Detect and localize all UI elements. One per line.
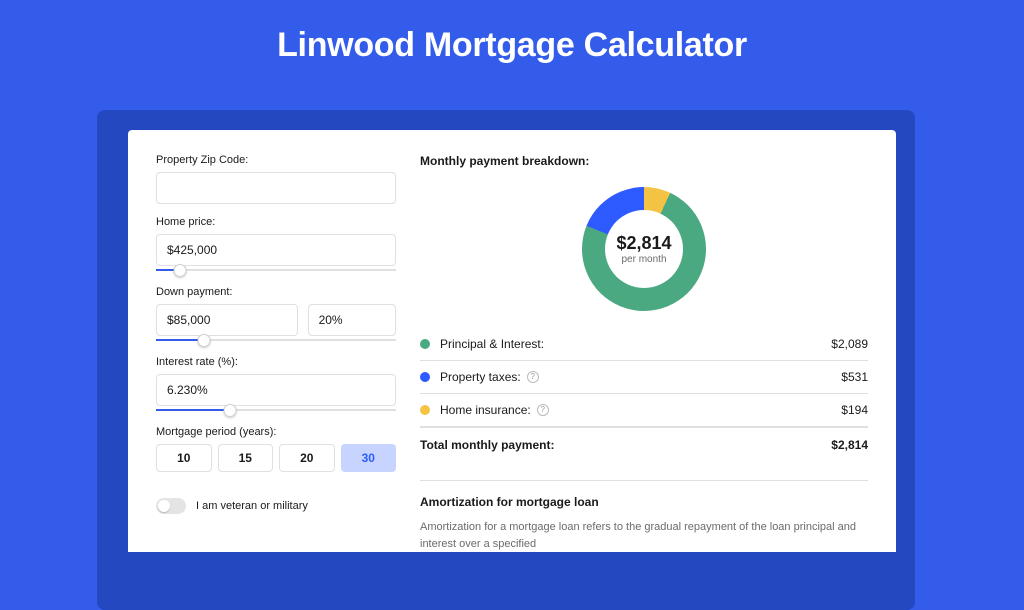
period-option-20[interactable]: 20 <box>279 444 335 472</box>
period-option-15[interactable]: 15 <box>218 444 274 472</box>
home-price-input[interactable] <box>156 234 396 266</box>
zip-group: Property Zip Code: <box>156 154 396 204</box>
interest-rate-group: Interest rate (%): <box>156 356 396 414</box>
interest-rate-label: Interest rate (%): <box>156 356 396 368</box>
home-price-slider[interactable] <box>156 264 396 274</box>
donut-center-sub: per month <box>621 254 666 265</box>
interest-rate-slider[interactable] <box>156 404 396 414</box>
donut-chart: $2,814 per month <box>420 174 868 324</box>
legend-total-row: Total monthly payment: $2,814 <box>420 427 868 464</box>
down-payment-percent-input[interactable] <box>308 304 396 336</box>
down-payment-label: Down payment: <box>156 286 396 298</box>
home-price-label: Home price: <box>156 216 396 228</box>
breakdown-title: Monthly payment breakdown: <box>420 154 868 168</box>
legend-label: Principal & Interest: <box>440 337 831 351</box>
interest-rate-input[interactable] <box>156 374 396 406</box>
legend-row-taxes: Property taxes: ? $531 <box>420 361 868 394</box>
legend-label: Home insurance: ? <box>440 403 841 417</box>
amortization-title: Amortization for mortgage loan <box>420 495 868 509</box>
info-icon[interactable]: ? <box>527 371 539 383</box>
donut-center: $2,814 per month <box>605 210 683 288</box>
home-price-group: Home price: <box>156 216 396 274</box>
zip-label: Property Zip Code: <box>156 154 396 166</box>
down-payment-input[interactable] <box>156 304 298 336</box>
zip-input[interactable] <box>156 172 396 204</box>
legend-dot-blue <box>420 372 430 382</box>
legend: Principal & Interest: $2,089 Property ta… <box>420 328 868 464</box>
inputs-column: Property Zip Code: Home price: Down paym… <box>156 154 396 552</box>
period-option-30[interactable]: 30 <box>341 444 397 472</box>
down-payment-group: Down payment: <box>156 286 396 344</box>
donut-center-value: $2,814 <box>616 234 671 252</box>
legend-value: $2,089 <box>831 337 868 351</box>
legend-row-insurance: Home insurance: ? $194 <box>420 394 868 427</box>
legend-total-label: Total monthly payment: <box>420 438 554 452</box>
mortgage-period-segmented: 10 15 20 30 <box>156 444 396 472</box>
legend-total-value: $2,814 <box>831 438 868 452</box>
breakdown-column: Monthly payment breakdown: $2,814 per mo… <box>420 154 868 552</box>
legend-value: $194 <box>841 403 868 417</box>
legend-dot-yellow <box>420 405 430 415</box>
legend-dot-green <box>420 339 430 349</box>
mortgage-period-group: Mortgage period (years): 10 15 20 30 <box>156 426 396 472</box>
legend-label: Property taxes: ? <box>440 370 841 384</box>
amortization-section: Amortization for mortgage loan Amortizat… <box>420 480 868 552</box>
veteran-label: I am veteran or military <box>196 500 308 512</box>
info-icon[interactable]: ? <box>537 404 549 416</box>
slider-thumb[interactable] <box>224 404 237 417</box>
donut-ring: $2,814 per month <box>582 187 706 311</box>
slider-thumb[interactable] <box>174 264 187 277</box>
slider-thumb[interactable] <box>198 334 211 347</box>
down-payment-slider[interactable] <box>156 334 396 344</box>
period-option-10[interactable]: 10 <box>156 444 212 472</box>
mortgage-period-label: Mortgage period (years): <box>156 426 396 438</box>
page-title: Linwood Mortgage Calculator <box>0 26 1024 65</box>
legend-value: $531 <box>841 370 868 384</box>
legend-row-principal: Principal & Interest: $2,089 <box>420 328 868 361</box>
calculator-card: Property Zip Code: Home price: Down paym… <box>128 130 896 552</box>
amortization-text: Amortization for a mortgage loan refers … <box>420 519 868 552</box>
